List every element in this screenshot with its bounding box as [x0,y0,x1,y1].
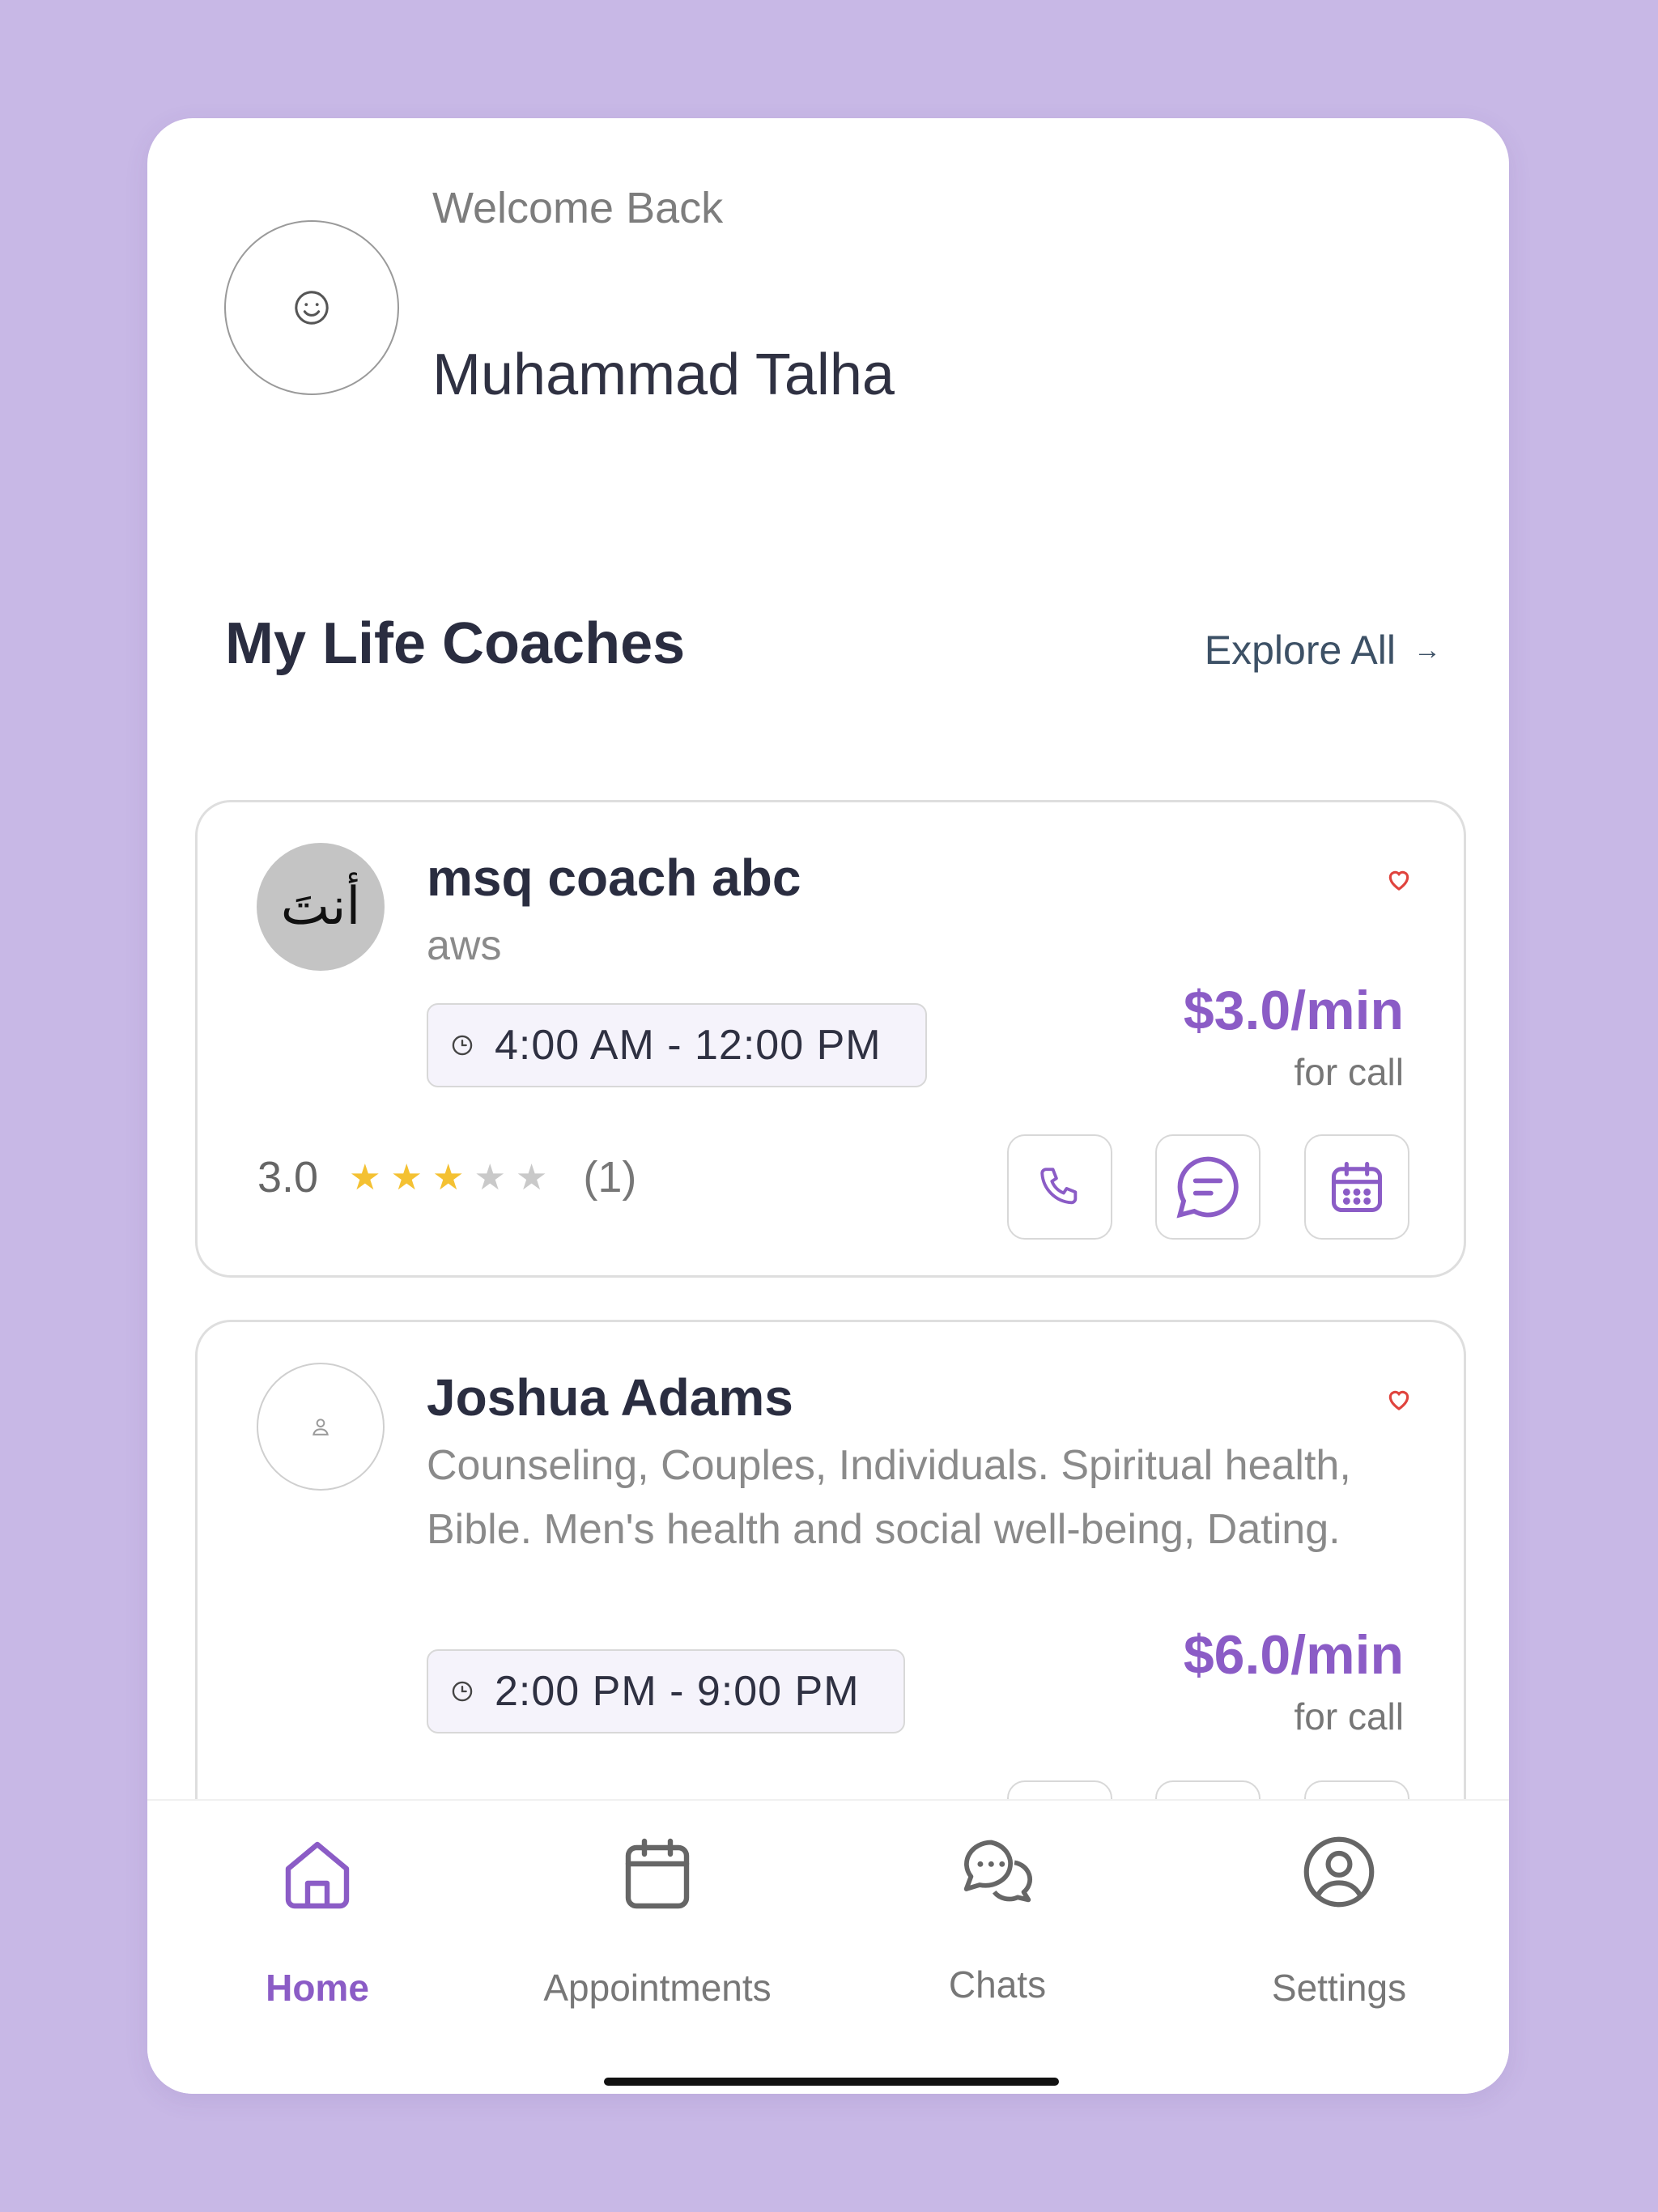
nav-settings[interactable]: Settings [1169,1801,1509,2044]
star-icon: ★ [515,1157,548,1197]
star-icon: ★ [474,1157,506,1197]
nav-label: Home [266,1967,369,2009]
welcome-text: Welcome Back [432,184,724,232]
rating-count: (1) [583,1153,637,1202]
nav-appointments[interactable]: Appointments [487,1801,827,2044]
calendar-icon [1331,1161,1383,1213]
schedule-button[interactable] [1304,1134,1409,1240]
nav-label: Appointments [543,1967,772,2009]
phone-icon [1040,1168,1078,1205]
chat-button[interactable] [1155,1134,1261,1240]
arrow-right-icon: → [1414,634,1441,666]
nav-label: Chats [948,1963,1047,2006]
calendar-icon [625,1838,690,1909]
coach-avatar [257,1363,385,1491]
star-icon: ★ [432,1157,465,1197]
nav-chats[interactable]: Chats [827,1801,1167,2044]
star-rating: ★ ★ ★ ★ ★ [349,1157,547,1198]
home-indicator[interactable] [604,2078,1059,2086]
coach-description: Counseling, Couples, Individuals. Spirit… [427,1442,1351,1553]
coach-card[interactable]: أنتَ msq coach abc aws 4:00 AM - 12:00 P… [195,800,1466,1278]
price-note: for call [1294,1051,1404,1093]
heart-icon[interactable] [1386,867,1412,891]
clock-icon [452,1035,473,1056]
coach-name: msq coach abc [427,849,801,907]
explore-all-link[interactable]: Explore All → [1205,627,1441,674]
coach-avatar-calligraphy: أنتَ [280,877,361,937]
availability-pill: 2:00 PM - 9:00 PM [427,1649,905,1733]
chats-icon [963,1840,1033,1903]
heart-icon[interactable] [1386,1387,1412,1411]
user-avatar[interactable] [224,220,399,395]
coach-price: $3.0/min [1183,980,1404,1041]
smiley-icon [295,291,329,325]
availability-pill: 4:00 AM - 12:00 PM [427,1003,927,1087]
clock-icon [452,1681,473,1702]
nav-label: Settings [1271,1967,1407,2009]
star-icon: ★ [390,1157,423,1197]
availability-hours: 4:00 AM - 12:00 PM [495,1022,882,1069]
section-title: My Life Coaches [225,611,686,676]
nav-home[interactable]: Home [147,1801,487,2044]
app-screen: Welcome Back Muhammad Talha My Life Coac… [147,118,1509,2094]
coach-price: $6.0/min [1183,1624,1404,1686]
chat-bubble-icon [1176,1156,1239,1219]
explore-all-label: Explore All [1204,627,1396,673]
call-button[interactable] [1007,1134,1112,1240]
user-circle-icon [1303,1836,1375,1908]
home-icon [285,1841,350,1909]
coach-name: Joshua Adams [427,1368,793,1427]
price-note: for call [1294,1695,1404,1738]
coach-description: aws [427,922,502,969]
coach-avatar: أنتَ [257,843,385,971]
bottom-navigation: Home Appointments Chats Settings [147,1799,1509,2094]
rating-value: 3.0 [257,1153,319,1202]
star-icon: ★ [349,1157,381,1197]
rating-row: 3.0 ★ ★ ★ ★ ★ (1) [257,1152,636,1202]
user-name: Muhammad Talha [432,342,895,407]
availability-hours: 2:00 PM - 9:00 PM [495,1668,860,1715]
person-placeholder-icon [312,1419,329,1436]
